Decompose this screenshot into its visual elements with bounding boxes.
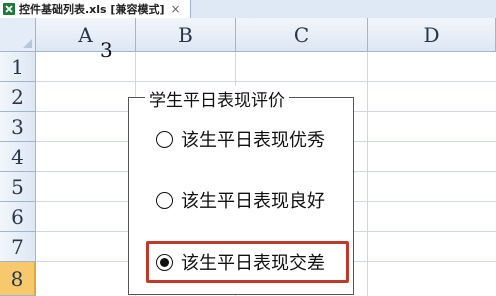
radio-button[interactable]	[156, 130, 173, 148]
row-header-5[interactable]: 5	[0, 172, 36, 202]
radio-option-excellent[interactable]: 该生平日表现优秀	[156, 126, 325, 152]
excel-icon	[3, 3, 15, 15]
workbook-tab[interactable]: 控件基础列表.xls [兼容模式] ×	[0, 0, 191, 18]
close-icon[interactable]: ×	[170, 3, 180, 15]
gridline	[367, 52, 368, 296]
column-header-c[interactable]: C	[236, 18, 368, 52]
workbook-tab-title: 控件基础列表.xls [兼容模式]	[19, 3, 165, 16]
radio-option-label: 该生平日表现良好	[181, 191, 325, 212]
select-all-corner[interactable]	[0, 18, 36, 52]
gridline	[36, 81, 496, 82]
selection-highlight-box	[146, 241, 349, 283]
column-header-b[interactable]: B	[136, 18, 236, 52]
row-header-6[interactable]: 6	[0, 202, 36, 232]
row-header-7[interactable]: 7	[0, 232, 36, 262]
row-header-3[interactable]: 3	[0, 112, 36, 142]
title-bar: 控件基础列表.xls [兼容模式] ×	[0, 0, 496, 19]
row-header-8[interactable]: 8	[0, 262, 36, 296]
cell-value[interactable]: 3	[100, 38, 140, 62]
row-header-4[interactable]: 4	[0, 142, 36, 172]
radio-option-label: 该生平日表现优秀	[181, 130, 325, 151]
row-header-2[interactable]: 2	[0, 82, 36, 112]
column-header-d[interactable]: D	[368, 18, 496, 52]
group-box-title: 学生平日表现评价	[145, 86, 289, 111]
select-all-triangle-icon	[23, 39, 32, 48]
row-header-1[interactable]: 1	[0, 52, 36, 82]
radio-button[interactable]	[156, 191, 173, 209]
radio-option-good[interactable]: 该生平日表现良好	[156, 187, 325, 213]
